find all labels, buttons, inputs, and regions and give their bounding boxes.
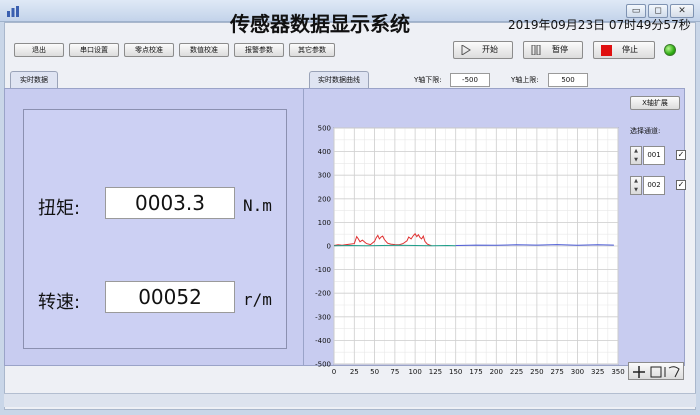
- x-tick-label: 25: [350, 368, 359, 376]
- value-calibration-button[interactable]: 数值校准: [179, 43, 229, 57]
- torque-unit: N.m: [243, 196, 272, 215]
- channel-1-control: ▲ ▼ 001 ✓: [630, 146, 686, 165]
- realtime-chart: 500 400 300 200 100 0 -100 -200 -300 -400 -500 0 25…: [315, 125, 625, 377]
- x-tick-label: 325: [591, 368, 604, 376]
- x-tick-label: 250: [530, 368, 543, 376]
- y-tick-label: -300: [315, 313, 331, 321]
- x-tick-label: 75: [390, 368, 399, 376]
- channel-2-checkbox[interactable]: ✓: [676, 180, 686, 190]
- app-title: 传感器数据显示系统: [230, 12, 410, 36]
- status-bar: [4, 393, 696, 407]
- speed-label: 转速:: [38, 292, 81, 313]
- y-max-input[interactable]: 500: [548, 73, 588, 87]
- channel-2-spinner[interactable]: ▲ ▼: [630, 176, 642, 195]
- x-tick-label: 225: [510, 368, 523, 376]
- exit-button[interactable]: 退出: [14, 43, 64, 57]
- channel-1-spinner[interactable]: ▲ ▼: [630, 146, 642, 165]
- stop-icon: [601, 45, 612, 56]
- crosshair-zoom-icon: [633, 366, 680, 378]
- tab-realtime-data[interactable]: 实时数据: [10, 71, 58, 89]
- y-max-label: Y轴上限:: [511, 76, 539, 84]
- x-axis-expand-button[interactable]: X轴扩展: [630, 96, 680, 110]
- x-tick-label: 50: [370, 368, 379, 376]
- y-tick-label: 300: [318, 172, 331, 180]
- y-tick-label: -400: [315, 337, 331, 345]
- serial-settings-button[interactable]: 串口设置: [69, 43, 119, 57]
- select-channel-label: 选择通道:: [630, 127, 661, 135]
- x-tick-label: 300: [571, 368, 584, 376]
- play-icon: [461, 45, 471, 55]
- datetime-display: 2019年09月23日 07时49分57秒: [508, 18, 691, 32]
- x-tick-label: 125: [429, 368, 442, 376]
- series-line-3: [333, 244, 456, 247]
- y-min-input[interactable]: -500: [450, 73, 490, 87]
- x-tick-label: 0: [332, 368, 336, 376]
- zero-calibration-button[interactable]: 零点校准: [124, 43, 174, 57]
- channel-2-control: ▲ ▼ 002 ✓: [630, 176, 686, 195]
- speed-unit: r/m: [243, 290, 272, 309]
- alarm-params-button[interactable]: 报警参数: [234, 43, 284, 57]
- y-tick-label: -200: [315, 290, 331, 298]
- x-tick-label: 275: [550, 368, 563, 376]
- y-tick-label: 500: [318, 125, 331, 133]
- y-tick-label: 400: [318, 148, 331, 156]
- y-tick-label: 0: [327, 243, 331, 251]
- y-axis-ticks: 500 400 300 200 100 0 -100 -200 -300 -400 -500: [315, 125, 331, 369]
- x-tick-label: 350: [611, 368, 624, 376]
- x-tick-label: 175: [469, 368, 482, 376]
- stop-button[interactable]: 停止: [593, 41, 655, 59]
- x-tick-label: 100: [408, 368, 421, 376]
- channel-2-value[interactable]: 002: [643, 176, 665, 195]
- y-min-label: Y轴下限:: [414, 76, 442, 84]
- chart-tools-palette[interactable]: [628, 362, 684, 380]
- tab-realtime-curve[interactable]: 实时数据曲线: [309, 71, 369, 89]
- y-tick-label: -500: [315, 361, 331, 369]
- status-indicator-led: [664, 44, 676, 56]
- other-params-button[interactable]: 其它参数: [289, 43, 335, 57]
- y-tick-label: -100: [315, 266, 331, 274]
- pause-label: 暂停: [552, 45, 568, 54]
- channel-1-value[interactable]: 001: [643, 146, 665, 165]
- stop-label: 停止: [622, 45, 638, 54]
- y-tick-label: 100: [318, 219, 331, 227]
- series-line-2: [455, 244, 614, 246]
- x-tick-label: 150: [449, 368, 462, 376]
- speed-value: 00052: [105, 281, 235, 313]
- start-label: 开始: [482, 45, 498, 54]
- x-axis-ticks: 0 25 50 75 100 125 150 175 200 225 250 275 300 325 350: [332, 368, 625, 376]
- torque-label: 扭矩:: [38, 198, 81, 219]
- pause-button[interactable]: 暂停: [523, 41, 583, 59]
- pause-icon: [531, 45, 541, 55]
- channel-1-checkbox[interactable]: ✓: [676, 150, 686, 160]
- app-icon: [7, 6, 19, 17]
- y-tick-label: 200: [318, 195, 331, 203]
- start-button[interactable]: 开始: [453, 41, 513, 59]
- torque-value: 0003.3: [105, 187, 235, 219]
- x-tick-label: 200: [490, 368, 503, 376]
- realtime-data-panel: [4, 88, 304, 366]
